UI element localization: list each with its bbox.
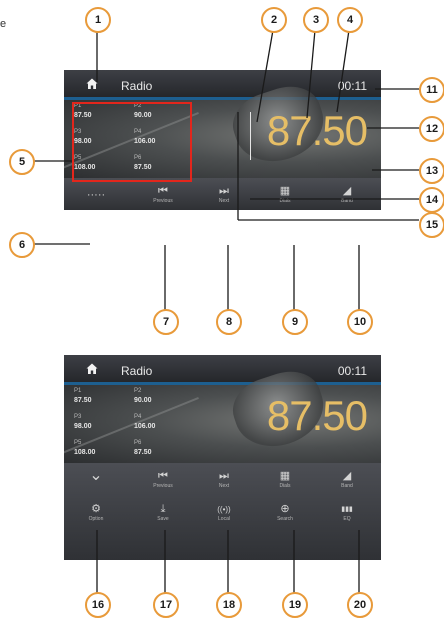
callout-15: 15 (419, 212, 444, 238)
callout-3: 3 (303, 7, 329, 33)
callout-19: 19 (282, 592, 308, 618)
callout-11: 11 (419, 77, 444, 103)
callout-16: 16 (85, 592, 111, 618)
callout-2: 2 (261, 7, 287, 33)
callout-20: 20 (347, 592, 373, 618)
callout-8: 8 (216, 309, 242, 335)
callout-12: 12 (419, 116, 444, 142)
callout-13: 13 (419, 158, 444, 184)
callout-9: 9 (282, 309, 308, 335)
callout-1: 1 (85, 7, 111, 33)
callout-4: 4 (337, 7, 363, 33)
callout-10: 10 (347, 309, 373, 335)
callout-leader-lines (31, 29, 419, 603)
callout-18: 18 (216, 592, 242, 618)
callout-6: 6 (9, 232, 35, 258)
callout-17: 17 (153, 592, 179, 618)
callout-14: 14 (419, 187, 444, 213)
callout-5: 5 (9, 149, 35, 175)
callout-7: 7 (153, 309, 179, 335)
